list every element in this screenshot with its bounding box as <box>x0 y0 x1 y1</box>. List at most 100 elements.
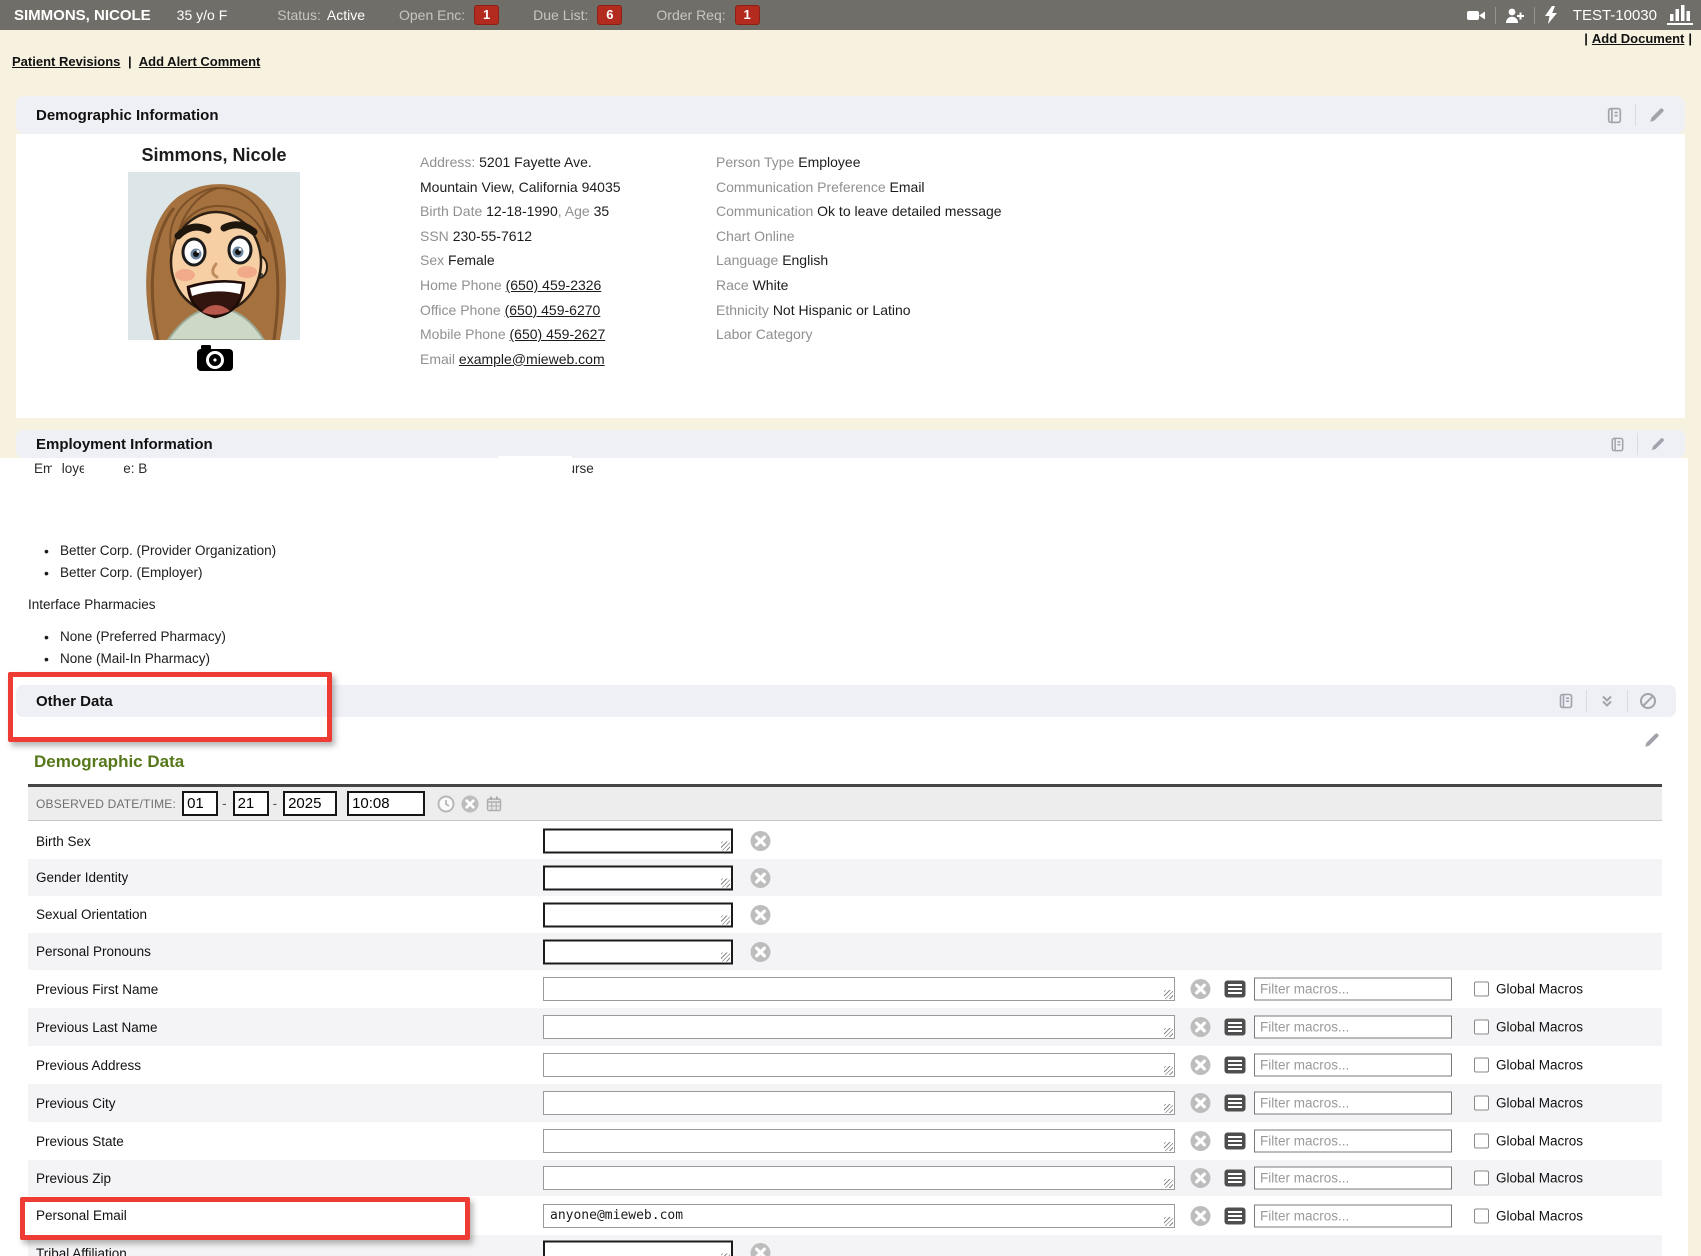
clear-field-icon[interactable] <box>750 904 771 925</box>
form-row-previous-address: Previous AddressGlobal Macros <box>28 1046 1662 1084</box>
filter-macros-input[interactable] <box>1254 1092 1452 1115</box>
video-camera-icon[interactable] <box>1466 7 1486 24</box>
clear-field-icon[interactable] <box>750 867 771 888</box>
age-value: 35 <box>594 203 610 219</box>
mobile-phone-link[interactable]: (650) 459-2627 <box>510 326 606 342</box>
patient-name: SIMMONS, NICOLE <box>14 7 151 24</box>
filter-macros-input[interactable] <box>1254 978 1452 1001</box>
form-row-sexual-orientation: Sexual Orientation <box>28 896 1662 933</box>
previous-address-textarea[interactable] <box>543 1053 1175 1077</box>
patient-age-sex: 35 y/o F <box>177 7 228 23</box>
open-enc-label: Open Enc: <box>399 7 465 23</box>
form-row-personal-email: Personal Emailanyone@mieweb.comGlobal Ma… <box>28 1196 1662 1235</box>
webchart-patient-page: SIMMONS, NICOLE 35 y/o F Status: Active … <box>0 0 1701 1256</box>
macro-list-icon[interactable] <box>1224 1056 1246 1074</box>
form-row-gender-identity: Gender Identity <box>28 859 1662 896</box>
macro-list-icon[interactable] <box>1224 980 1246 998</box>
flowsheet-chart-icon[interactable] <box>1667 5 1693 25</box>
lightning-icon[interactable] <box>1544 6 1558 24</box>
previous-city-textarea[interactable] <box>543 1091 1175 1115</box>
macro-list-icon[interactable] <box>1224 1132 1246 1150</box>
person-type-label: Person Type <box>716 154 794 170</box>
filter-macros-input[interactable] <box>1254 1167 1452 1190</box>
filter-macros-input[interactable] <box>1254 1204 1452 1227</box>
chart-id: TEST-10030 <box>1573 7 1657 24</box>
global-macros-checkbox[interactable] <box>1474 1020 1489 1035</box>
field-label: Previous Address <box>36 1058 141 1073</box>
clear-field-icon[interactable] <box>750 941 771 962</box>
field-label: Previous Last Name <box>36 1020 158 1035</box>
form-row-birth-sex: Birth Sex <box>28 823 1662 859</box>
address-label: Address: <box>420 154 475 170</box>
redaction-patch <box>84 459 124 481</box>
macro-list-icon[interactable] <box>1224 1018 1246 1036</box>
add-alert-comment-link[interactable]: Add Alert Comment <box>139 54 261 69</box>
home-phone-link[interactable]: (650) 459-2326 <box>506 277 602 293</box>
redaction-patch <box>498 456 572 482</box>
race-value: White <box>753 277 789 293</box>
due-list-badge[interactable]: 6 <box>597 5 622 25</box>
field-label: Previous State <box>36 1134 124 1149</box>
sexual-orientation-input[interactable] <box>543 902 733 927</box>
global-macros-label: Global Macros <box>1496 1020 1583 1035</box>
patient-revisions-link[interactable]: Patient Revisions <box>12 54 120 69</box>
form-row-personal-pronouns: Personal Pronouns <box>28 933 1662 970</box>
divider <box>1495 7 1496 24</box>
upload-photo-camera-icon[interactable] <box>196 344 234 375</box>
open-enc-badge[interactable]: 1 <box>474 5 499 25</box>
ssn-value: 230-55-7612 <box>453 228 532 244</box>
global-macros-checkbox[interactable] <box>1474 1134 1489 1149</box>
macro-list-icon[interactable] <box>1224 1169 1246 1187</box>
birth-sex-input[interactable] <box>543 829 733 854</box>
previous-state-textarea[interactable] <box>543 1129 1175 1153</box>
global-macros-checkbox[interactable] <box>1474 1208 1489 1223</box>
clear-field-icon[interactable] <box>1190 1093 1211 1114</box>
patient-links-row: Patient Revisions | Add Alert Comment <box>12 54 260 69</box>
ethnicity-label: Ethnicity <box>716 302 769 318</box>
patient-photo[interactable] <box>128 172 300 340</box>
demographics-column-2: Person Type Employee Communication Prefe… <box>716 150 1076 347</box>
chart-label: Chart <box>716 228 750 244</box>
demographics-column-1: Address: 5201 Fayette Ave. Mountain View… <box>420 150 710 371</box>
filter-macros-input[interactable] <box>1254 1054 1452 1077</box>
birth-date-value: 12-18-1990 <box>486 203 558 219</box>
personal-pronouns-input[interactable] <box>543 939 733 964</box>
clear-field-icon[interactable] <box>1190 1055 1211 1076</box>
clear-field-icon[interactable] <box>1190 979 1211 1000</box>
previous-first-name-textarea[interactable] <box>543 977 1175 1001</box>
clear-field-icon[interactable] <box>750 1243 771 1256</box>
email-link[interactable]: example@mieweb.com <box>459 351 605 367</box>
field-label: Personal Email <box>36 1208 127 1223</box>
global-macros-label: Global Macros <box>1496 982 1583 997</box>
clear-field-icon[interactable] <box>1190 1131 1211 1152</box>
filter-macros-input[interactable] <box>1254 1016 1452 1039</box>
office-phone-link[interactable]: (650) 459-6270 <box>505 302 601 318</box>
clear-field-icon[interactable] <box>1190 1168 1211 1189</box>
global-macros-checkbox[interactable] <box>1474 1058 1489 1073</box>
global-macros-label: Global Macros <box>1496 1096 1583 1111</box>
ssn-label: SSN <box>420 228 449 244</box>
personal-email-textarea[interactable]: anyone@mieweb.com <box>543 1204 1175 1228</box>
global-macros-checkbox[interactable] <box>1474 1096 1489 1111</box>
filter-macros-input[interactable] <box>1254 1130 1452 1153</box>
pipe-separator: | <box>1684 31 1696 46</box>
address-value: 5201 Fayette Ave. <box>479 154 592 170</box>
macro-list-icon[interactable] <box>1224 1207 1246 1225</box>
communication-label: Communication <box>716 203 813 219</box>
previous-last-name-textarea[interactable] <box>543 1015 1175 1039</box>
language-value: English <box>782 252 828 268</box>
tribal-affiliation-input[interactable] <box>543 1241 733 1256</box>
add-person-icon[interactable] <box>1505 7 1525 24</box>
global-macros-checkbox[interactable] <box>1474 1171 1489 1186</box>
add-document-link[interactable]: Add Document <box>1592 31 1684 46</box>
sex-label: Sex <box>420 252 444 268</box>
clear-field-icon[interactable] <box>750 831 771 852</box>
previous-zip-textarea[interactable] <box>543 1166 1175 1190</box>
gender-identity-input[interactable] <box>543 865 733 890</box>
order-req-badge[interactable]: 1 <box>735 5 760 25</box>
global-macros-label: Global Macros <box>1496 1134 1583 1149</box>
clear-field-icon[interactable] <box>1190 1205 1211 1226</box>
clear-field-icon[interactable] <box>1190 1017 1211 1038</box>
macro-list-icon[interactable] <box>1224 1094 1246 1112</box>
global-macros-checkbox[interactable] <box>1474 982 1489 997</box>
